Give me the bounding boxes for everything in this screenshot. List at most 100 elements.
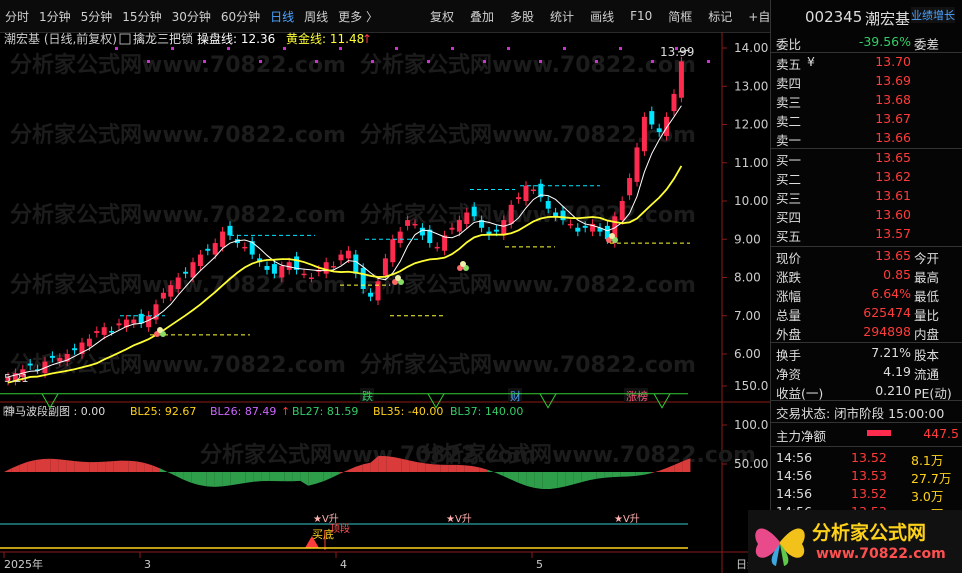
period-tab[interactable]: 分时 [0,8,34,25]
period-tab[interactable]: 15分钟 [117,8,166,25]
wave-bar [82,461,90,472]
candle-body [72,348,78,351]
quote-label: 现价 [776,251,802,266]
wave-bar [230,472,238,486]
toolbar-action-button[interactable]: F10 [625,9,657,23]
butterfly-icon [755,528,805,566]
watermark-text: 分析家公式网www.70822.com [360,52,696,78]
candle-body [353,254,359,274]
bl35-label: BL35: -40.00 [373,405,443,418]
quote-value: 294898 [863,324,911,339]
wave-bar [401,458,410,472]
wave-bar [199,472,207,487]
wave-bar [557,472,566,489]
trade-status-row: 交易状态: 闭市阶段 15:00:00 [771,402,962,421]
wave-bar [409,460,418,472]
period-tab[interactable]: 60分钟 [216,8,265,25]
quote-label-2: 量比 [914,308,940,323]
stat-value: 7.21% [871,345,911,360]
candle-body [57,357,63,362]
candle-body [649,111,655,125]
indicator-toggle-icon[interactable] [119,33,131,45]
quote-row: 涨跌 0.85 最高 [771,266,962,285]
stock-tag[interactable]: 业绩增长 [911,7,955,23]
low-price-label: 5.21 [4,372,29,385]
bid-label: 买三 [776,191,802,206]
stat-label: 净资 [776,367,802,382]
weibi-row: 委比 -39.56% 委差 [771,33,962,52]
wave-bar [331,472,340,478]
period-tab[interactable]: 1分钟 [34,8,76,25]
candle-body [94,331,100,333]
toolbar-action-button[interactable]: 画线 [585,8,619,25]
x-tick-label: 4 [340,558,347,571]
indicator-name: 擒龙三把锁 [133,32,193,46]
period-tab[interactable]: 5分钟 [76,8,118,25]
toolbar-action-button[interactable]: 叠加 [465,8,499,25]
logo-url: www.70822.com [816,546,946,562]
wave-bar [612,472,621,478]
candle-body [553,212,559,217]
candle-body [301,273,307,276]
toolbar-action-button[interactable]: 统计 [545,8,579,25]
candle-body [464,212,470,224]
tick-price: 13.53 [851,468,887,483]
wave-bar [261,472,270,482]
wave-bar [433,464,441,472]
x-tick-label: 3 [144,558,151,571]
candle-body [545,201,551,209]
wave-bar [128,460,137,472]
panel-divider [771,52,962,53]
period-tab[interactable]: 周线 [299,8,333,25]
event-badge: 财 [510,389,521,403]
more-periods-button[interactable]: 更多 〉 [333,8,383,25]
quote-row: 外盘 294898 内盘 [771,323,962,342]
wave-bar [269,472,277,482]
kline-chart[interactable]: 分析家公式网www.70822.com 分析家公式网www.70822.com 分析… [0,32,770,573]
wave-bar [440,464,449,472]
candle-body [109,331,115,333]
wave-bar [183,472,192,483]
x-tick-label: 5 [536,558,543,571]
wave-bar [136,461,145,472]
wave-bar [456,464,465,472]
tick-price: 13.52 [851,450,887,465]
candle-body [456,220,462,232]
bid-row: 买四 13.60 [771,206,962,225]
candle-body [634,147,640,182]
ask-label: 卖五 [776,57,802,72]
stat-label-2: 股本 [914,348,940,363]
wave-bar [526,472,535,488]
period-tab[interactable]: 30分钟 [167,8,216,25]
candle-body [560,210,566,221]
candle-body [382,258,388,276]
quote-value: 13.65 [875,248,911,263]
toolbar-action-button[interactable]: 简框 [663,8,697,25]
candle-body [664,116,670,136]
wave-bar [604,472,613,478]
toolbar-action-button[interactable]: 多股 [505,8,539,25]
wave-bar [659,467,667,472]
y-tick-label: 14.00 [734,41,768,55]
wave-bar [11,464,20,472]
candle-body [442,235,448,251]
bid-price: 13.60 [875,207,911,222]
signal-dot [651,60,654,63]
v-rise-label: ★V升 [446,513,472,525]
wave-bar [635,472,644,476]
candle-body [160,292,166,299]
period-tab[interactable]: 日线 [265,8,299,25]
signal-dot [171,47,174,50]
toolbar-action-button[interactable]: 标记 [703,8,737,25]
bid-label: 买二 [776,172,802,187]
signal-dot [115,47,118,50]
wave-bar [643,472,652,475]
wave-bar [565,472,574,487]
candle-body [338,254,344,261]
candle-body [368,292,374,297]
wave-bar [222,472,231,487]
wave-bar [144,462,153,472]
signal-dot [283,47,286,50]
candle-body [471,206,477,217]
toolbar-action-button[interactable]: 复权 [425,8,459,25]
